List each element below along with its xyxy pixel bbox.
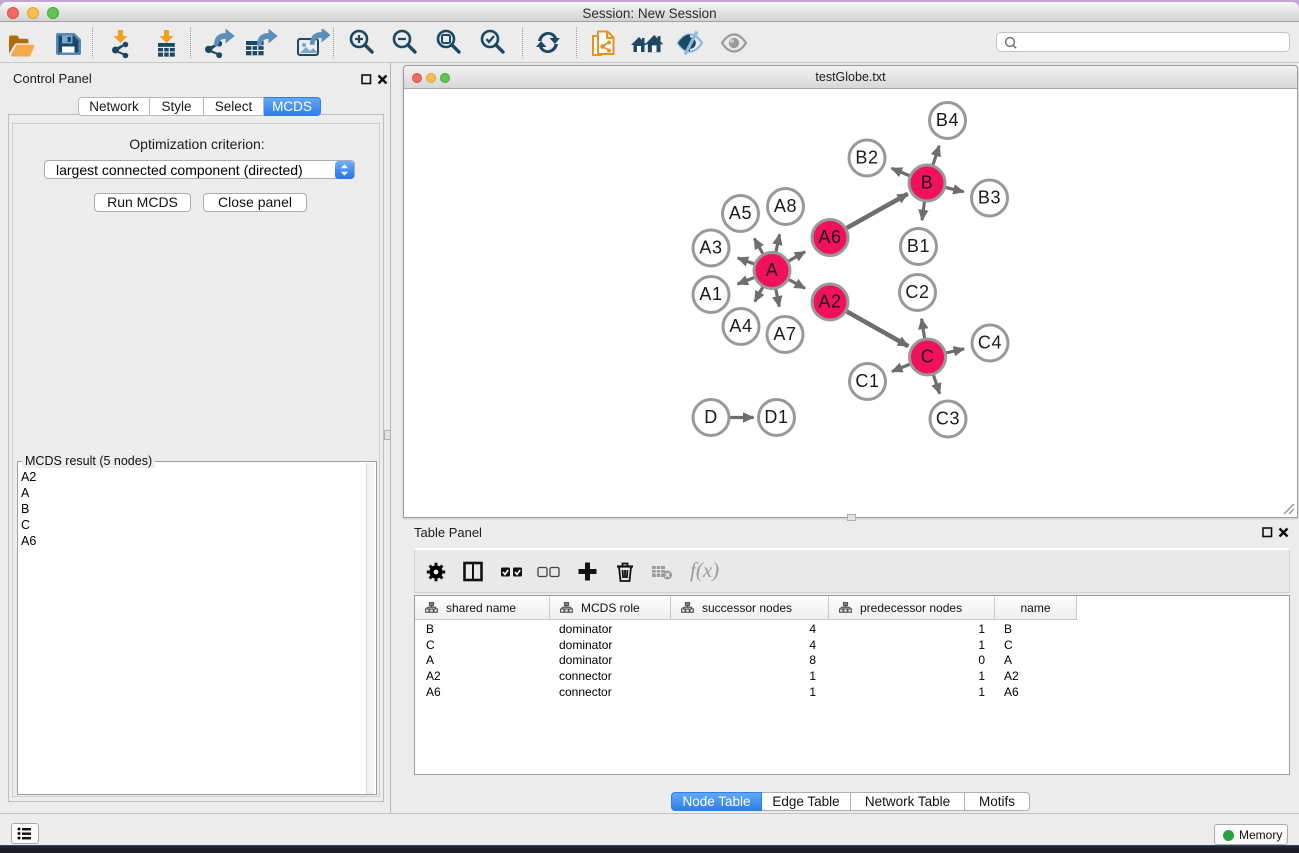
svg-text:B4: B4: [936, 110, 959, 130]
svg-text:C: C: [921, 346, 935, 366]
svg-text:B: B: [921, 172, 934, 192]
svg-text:D: D: [704, 407, 718, 427]
svg-text:A8: A8: [774, 196, 797, 216]
svg-text:C2: C2: [905, 282, 929, 302]
svg-text:C4: C4: [978, 332, 1002, 352]
svg-text:A1: A1: [699, 284, 722, 304]
svg-text:A6: A6: [818, 227, 841, 247]
svg-text:D1: D1: [764, 407, 788, 427]
svg-text:A: A: [766, 260, 779, 280]
svg-text:B2: B2: [855, 147, 878, 167]
svg-text:B1: B1: [907, 236, 930, 256]
svg-text:A3: A3: [699, 237, 722, 257]
svg-text:C1: C1: [855, 371, 879, 391]
svg-text:A7: A7: [773, 324, 796, 344]
svg-text:f(x): f(x): [690, 559, 719, 582]
svg-text:B3: B3: [978, 187, 1001, 207]
svg-text:A2: A2: [818, 291, 841, 311]
svg-text:C3: C3: [936, 408, 960, 428]
svg-text:A5: A5: [729, 203, 752, 223]
svg-text:A4: A4: [729, 316, 752, 336]
